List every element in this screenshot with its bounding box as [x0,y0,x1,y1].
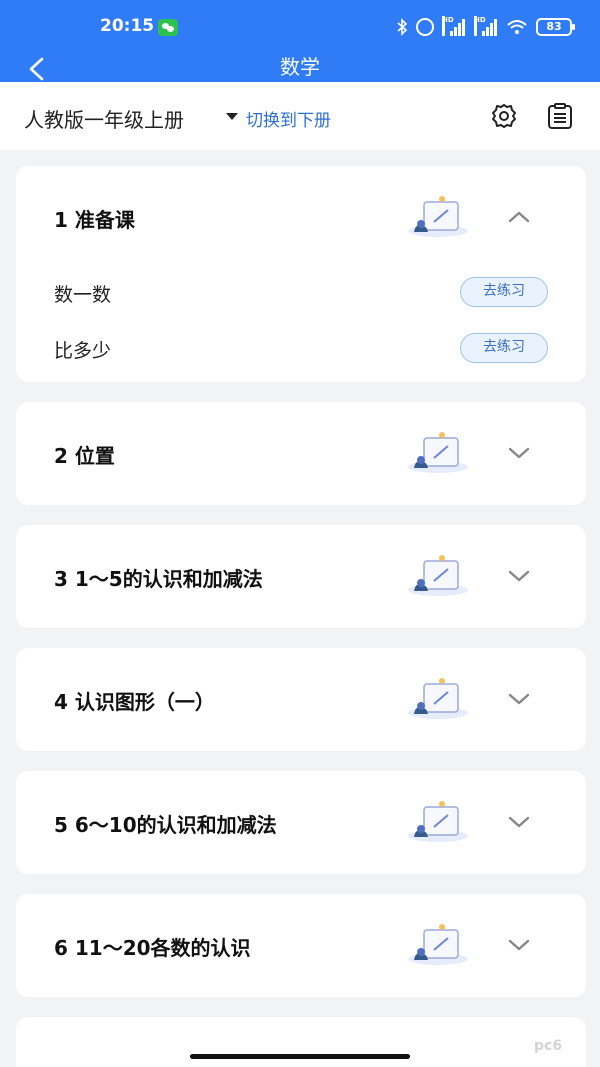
chapter-card[interactable]: 6 11～20各数的认识 [16,894,586,997]
hd-label-2: HD [474,16,486,36]
signal-icon-1: HD [442,16,466,36]
gear-icon[interactable] [490,102,518,130]
practice-button[interactable]: 去练习 [460,277,548,307]
chapter-card[interactable]: 3 1～5的认识和加减法 [16,525,586,628]
chapter-title[interactable]: 1 准备课 [54,204,135,233]
list-icon[interactable] [546,102,574,130]
notebook-illustration-icon [408,196,468,237]
chevron-down-icon[interactable] [508,569,530,583]
status-time: 20:15 [100,16,155,36]
chapter-card[interactable]: 5 6～10的认识和加减法 [16,771,586,874]
chevron-down-icon[interactable] [508,692,530,706]
wechat-icon [158,19,178,36]
notebook-illustration-icon [408,555,468,596]
chapter-title[interactable]: 4 认识图形（一） [54,686,215,715]
edition-selector[interactable]: 人教版一年级上册 [24,104,184,133]
chapter-title[interactable]: 6 11～20各数的认识 [54,932,251,961]
chapter-card: 1 准备课 数一数 去练习 比多少 去练习 [16,166,586,382]
lesson-name: 数一数 [54,284,112,306]
battery-icon: 83 [536,18,575,36]
chevron-down-icon[interactable] [508,815,530,829]
bluetooth-icon [397,18,408,36]
caret-down-icon[interactable] [226,113,238,120]
switch-volume-link[interactable]: 切换到下册 [246,106,331,131]
chapter-card-partial[interactable] [16,1017,586,1067]
chapter-title[interactable]: 3 1～5的认识和加减法 [54,563,263,592]
notebook-illustration-icon [408,678,468,719]
nav-bar: 数学 [0,54,600,82]
chevron-down-icon[interactable] [508,446,530,460]
chapter-card[interactable]: 4 认识图形（一） [16,648,586,751]
notebook-illustration-icon [408,801,468,842]
lesson-name: 比多少 [54,340,112,362]
status-bar: 20:15 HD HD 83 [0,0,600,54]
notebook-illustration-icon [408,432,468,473]
chapter-card[interactable]: 2 位置 [16,402,586,505]
chevron-up-icon[interactable] [508,210,530,224]
chapter-title[interactable]: 5 6～10的认识和加减法 [54,809,277,838]
chevron-down-icon[interactable] [508,938,530,952]
alarm-icon [416,18,434,36]
notebook-illustration-icon [408,924,468,965]
hd-label-1: HD [442,16,454,36]
page-title: 数学 [280,55,320,79]
signal-icon-2: HD [474,16,498,36]
watermark-logo: pc6 [534,1038,563,1054]
practice-button[interactable]: 去练习 [460,333,548,363]
home-indicator [190,1054,410,1059]
wifi-icon [507,20,527,34]
edition-toolbar: 人教版一年级上册 切换到下册 [0,82,600,150]
chapter-title[interactable]: 2 位置 [54,440,115,469]
status-icons: HD HD 83 [396,16,575,36]
